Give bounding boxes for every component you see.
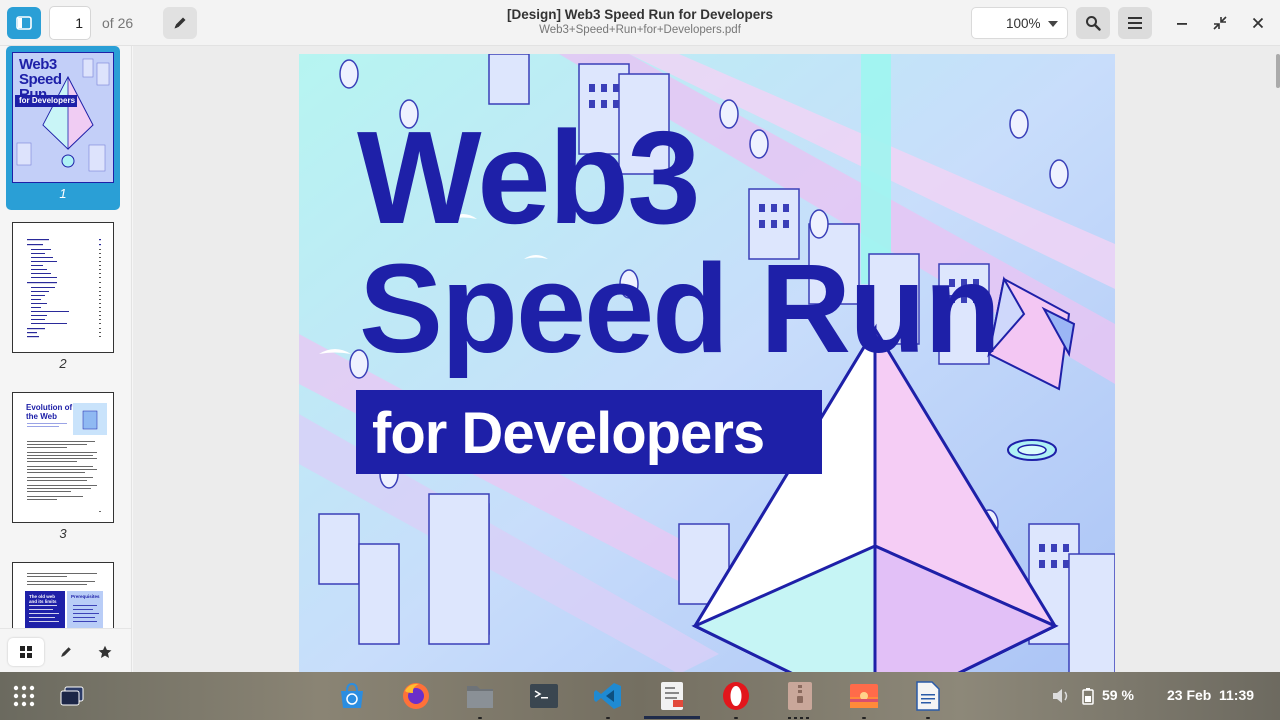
close-button[interactable] (1246, 11, 1270, 35)
sidebar-toggle-button[interactable] (7, 7, 41, 39)
taskbar-archive[interactable] (784, 680, 816, 712)
store-icon (341, 682, 363, 708)
taskbar-firefox[interactable] (400, 680, 432, 712)
volume-icon (1053, 689, 1068, 703)
running-indicator (734, 717, 738, 719)
bookmarks-view-button[interactable] (87, 638, 123, 666)
minimize-icon (1177, 23, 1187, 25)
page-total-label: of 26 (102, 15, 134, 31)
clock-time[interactable]: 11:39 (1219, 687, 1254, 703)
workspaces-button[interactable] (56, 680, 88, 712)
running-indicator (606, 717, 610, 719)
star-icon (98, 645, 112, 658)
thumbnails-view-button[interactable] (8, 638, 44, 666)
clock-date[interactable]: 23 Feb (1167, 687, 1211, 703)
taskbar-text-editor[interactable] (912, 680, 944, 712)
thumbnail-sidebar: Web3 Speed Run for Developers 1 2 Evolut… (0, 46, 132, 672)
vertical-scrollbar[interactable] (1276, 54, 1280, 88)
active-app-indicator (644, 716, 700, 719)
document-viewport[interactable]: Web3 Speed Run for Developers (133, 46, 1280, 672)
windows-overview-icon (60, 686, 84, 706)
text-editor-icon (916, 681, 940, 711)
taskbar: 59 % 23 Feb 11:39 (0, 672, 1280, 720)
sidebar-tools (0, 628, 131, 672)
thumbnail-label-1: 1 (59, 186, 67, 201)
page-number-input[interactable]: 1 (49, 6, 91, 40)
document-title-block: [Design] Web3 Speed Run for Developers W… (400, 7, 880, 36)
thumbnail-toc-art (27, 239, 101, 338)
volume-button[interactable] (1050, 680, 1072, 712)
taskbar-terminal[interactable] (528, 680, 560, 712)
app-grid-icon (13, 685, 35, 707)
document-filename: Web3+Speed+Run+for+Developers.pdf (539, 24, 741, 36)
opera-icon (723, 682, 749, 710)
thumbnail-1-subtitle: for Developers (19, 96, 76, 105)
taskbar-app-store[interactable] (336, 680, 368, 712)
battery-percentage: 59 % (1102, 687, 1134, 703)
document-viewer-icon (661, 682, 683, 710)
running-indicator (478, 717, 482, 719)
multi-window-indicator (788, 717, 812, 719)
terminal-icon (530, 684, 558, 708)
taskbar-document-viewer[interactable] (656, 680, 688, 712)
taskbar-image-viewer[interactable] (848, 680, 880, 712)
pencil-icon (61, 647, 71, 657)
running-indicator (926, 717, 930, 719)
battery-button[interactable] (1080, 680, 1096, 712)
grid-icon (20, 646, 32, 658)
cover-title-line-1: Web3 (357, 104, 701, 251)
cover-subtitle: for Developers (372, 401, 765, 466)
taskbar-files[interactable] (464, 680, 496, 712)
thumbnail-page-1[interactable]: Web3 Speed Run for Developers (12, 52, 114, 183)
hamburger-icon (1128, 17, 1142, 29)
toolbar: 1 of 26 [Design] Web3 Speed Run for Deve… (0, 0, 1280, 46)
firefox-icon (403, 683, 429, 709)
thumbnail-page-2[interactable] (12, 222, 114, 353)
vscode-icon (594, 683, 621, 709)
document-title: [Design] Web3 Speed Run for Developers (506, 7, 774, 22)
close-icon (1252, 17, 1264, 29)
search-icon (1086, 16, 1101, 31)
search-button[interactable] (1076, 7, 1110, 39)
taskbar-opera[interactable] (720, 680, 752, 712)
battery-icon (1082, 688, 1094, 705)
thumbnail-4-box1-title: The old web and its limits (29, 594, 57, 604)
image-viewer-icon (850, 684, 878, 708)
thumbnail-page-3[interactable]: Evolution of the Web (12, 392, 114, 523)
running-indicator (862, 717, 866, 719)
zoom-select[interactable]: 100% (971, 7, 1068, 39)
pdf-page-1: Web3 Speed Run for Developers (299, 54, 1115, 672)
thumbnail-4-box2-title: Prerequisites (71, 594, 100, 599)
thumbnail-label-3: 3 (59, 526, 67, 541)
minimize-button[interactable] (1170, 11, 1194, 35)
annotate-button[interactable] (163, 7, 197, 39)
annotations-view-button[interactable] (48, 638, 84, 666)
thumbnail-3-title: Evolution of the Web (26, 403, 73, 421)
taskbar-vscode[interactable] (592, 680, 624, 712)
menu-button[interactable] (1118, 7, 1152, 39)
restore-button[interactable] (1208, 11, 1232, 35)
chevron-down-icon (1048, 21, 1058, 27)
files-icon (467, 686, 493, 708)
archive-icon (788, 682, 812, 710)
thumbnail-label-2: 2 (59, 356, 67, 371)
sidebar-icon (16, 16, 32, 30)
zoom-value: 100% (1006, 16, 1041, 31)
cover-title-line-2: Speed Run (359, 238, 1001, 379)
restore-icon (1213, 16, 1227, 30)
app-menu-button[interactable] (8, 680, 40, 712)
pencil-icon (174, 17, 186, 29)
